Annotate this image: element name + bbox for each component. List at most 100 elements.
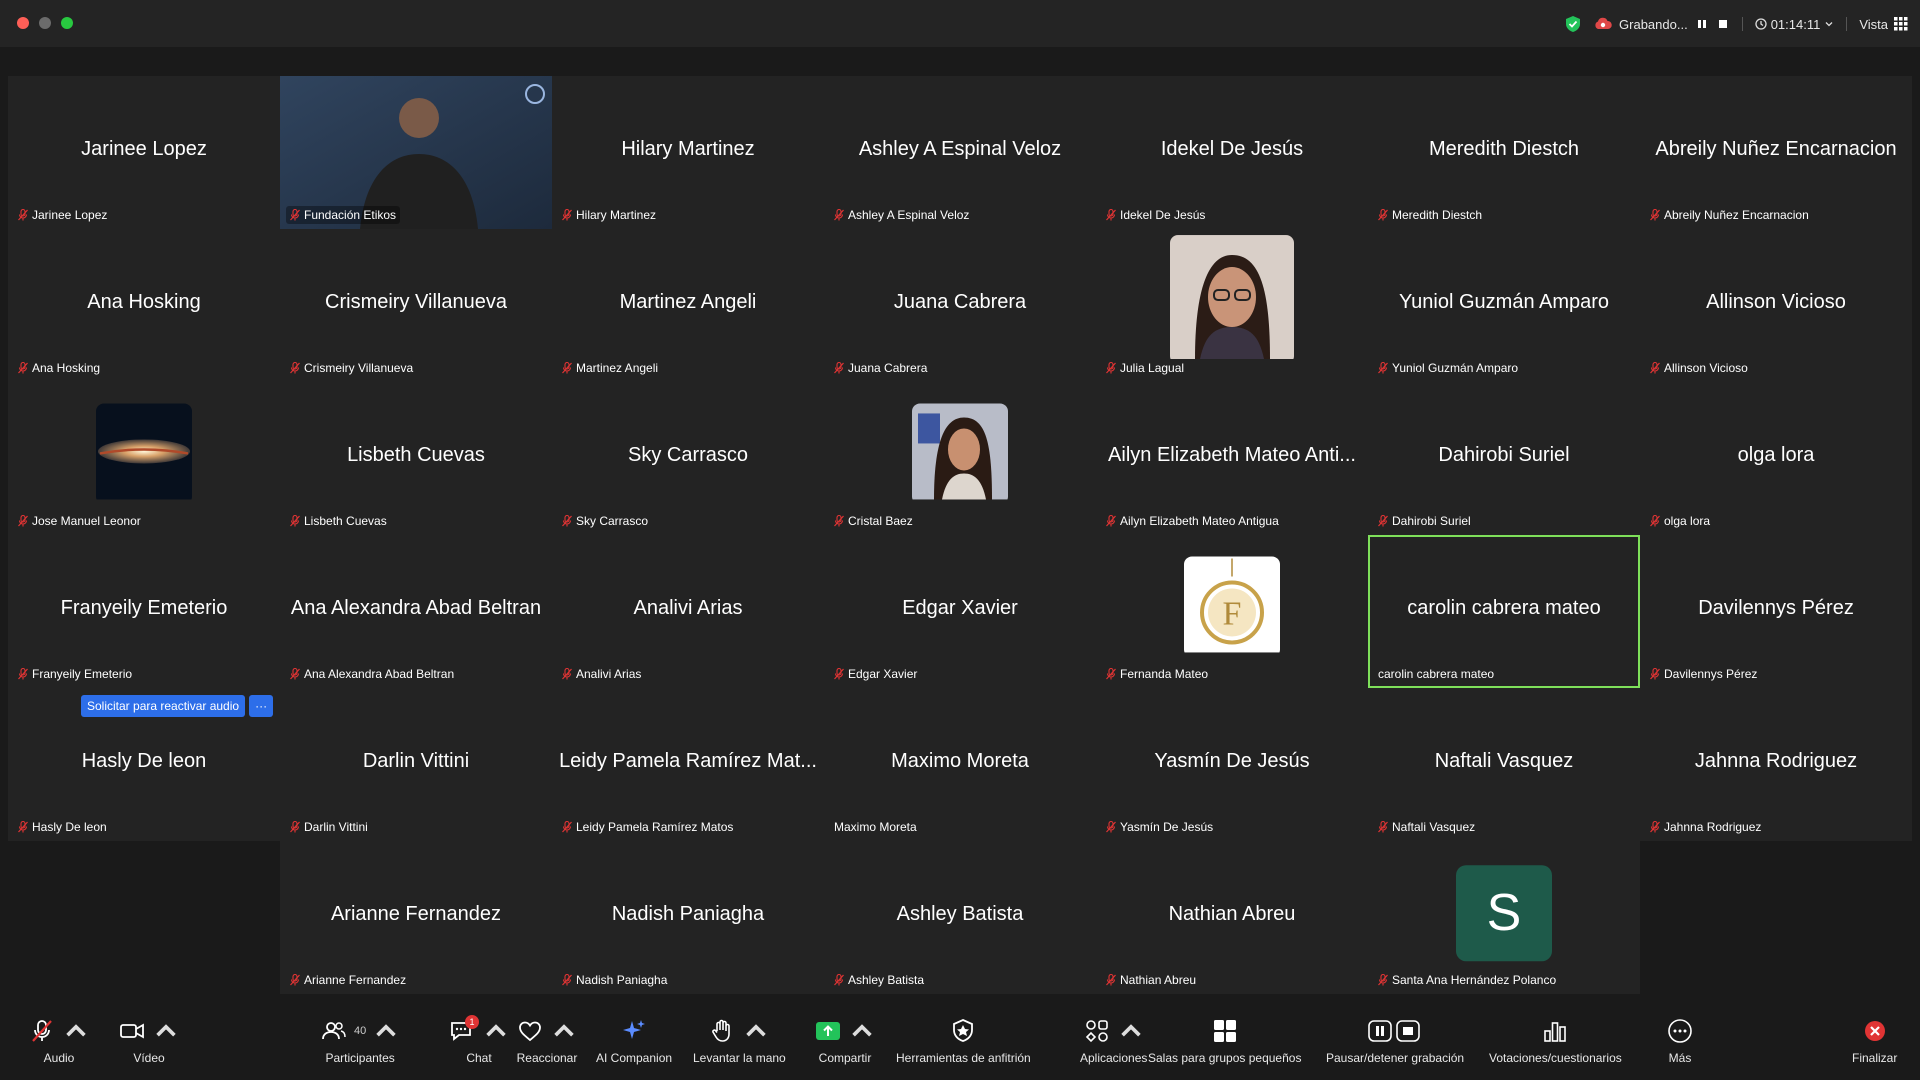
participant-tile[interactable]: Franyeily Emeterio Franyeily Emeterio [8, 535, 280, 688]
participant-name-label: Abreily Nuñez Encarnacion [1646, 206, 1813, 224]
participant-tile[interactable]: Ailyn Elizabeth Mateo Anti... Ailyn Eliza… [1096, 382, 1368, 535]
participant-tile[interactable]: Juana Cabrera Juana Cabrera [824, 229, 1096, 382]
participant-tile[interactable]: Darlin Vittini Darlin Vittini [280, 688, 552, 841]
participants-icon [322, 1022, 346, 1040]
participant-tile[interactable]: Abreily Nuñez Encarnacion Abreily Nuñez E… [1640, 76, 1912, 229]
chevron-up-icon[interactable] [1117, 1017, 1145, 1045]
chevron-up-icon[interactable] [550, 1017, 578, 1045]
participant-tile[interactable]: Jose Manuel Leonor [8, 382, 280, 535]
participant-tile[interactable]: Dahirobi Suriel Dahirobi Suriel [1368, 382, 1640, 535]
window-maximize-button[interactable] [61, 17, 73, 29]
window-minimize-button[interactable] [39, 17, 51, 29]
pause-stop-recording-button[interactable]: Pausar/detener grabación [1326, 1017, 1464, 1065]
participant-tile[interactable]: Arianne Fernandez Arianne Fernandez [280, 841, 552, 994]
participant-tile[interactable]: Maximo Moreta Maximo Moreta [824, 688, 1096, 841]
participant-tile[interactable]: Yasmín De Jesús Yasmín De Jesús [1096, 688, 1368, 841]
participant-name-label: Jarinee Lopez [14, 206, 111, 224]
participant-tile[interactable]: carolin cabrera mateo carolin cabrera mat… [1368, 535, 1640, 688]
participant-tile[interactable]: Naftali Vasquez Naftali Vasquez [1368, 688, 1640, 841]
polls-button[interactable]: Votaciones/cuestionarios [1489, 1017, 1622, 1065]
participant-tile[interactable]: Meredith Diestch Meredith Diestch [1368, 76, 1640, 229]
participant-display-name: Meredith Diestch [1428, 138, 1580, 160]
participant-tile[interactable]: F Fernanda Mateo [1096, 535, 1368, 688]
participants-button[interactable]: 40 Participantes [320, 1017, 400, 1065]
participant-tile[interactable]: Edgar Xavier Edgar Xavier [824, 535, 1096, 688]
participant-tile[interactable]: Idekel De Jesús Idekel De Jesús [1096, 76, 1368, 229]
chevron-up-icon[interactable] [152, 1017, 180, 1045]
participant-tile[interactable]: Sky Carrasco Sky Carrasco [552, 382, 824, 535]
participant-tile[interactable]: Nathian Abreu Nathian Abreu [1096, 841, 1368, 994]
shield-check-icon[interactable] [1564, 15, 1582, 33]
participant-tile[interactable]: olga lora olga lora [1640, 382, 1912, 535]
participant-tile[interactable]: Davilennys Pérez Davilennys Pérez [1640, 535, 1912, 688]
view-button[interactable]: Vista [1859, 17, 1908, 32]
participant-name: Hilary Martinez [576, 208, 657, 222]
participant-tile[interactable]: Allinson Vicioso Allinson Vicioso [1640, 229, 1912, 382]
participant-name-label: Allinson Vicioso [1646, 359, 1752, 377]
chat-button[interactable]: 1 Chat [448, 1015, 510, 1065]
stop-recording-icon[interactable] [1716, 17, 1730, 31]
ai-companion-button[interactable]: AI Companion [596, 1017, 672, 1065]
end-meeting-button[interactable]: Finalizar [1852, 1017, 1897, 1065]
participant-name-label: Leidy Pamela Ramírez Matos [558, 818, 737, 836]
participant-tile[interactable]: S Santa Ana Hernández Polanco [1368, 841, 1640, 994]
divider [1741, 17, 1743, 31]
chevron-up-icon[interactable] [372, 1017, 400, 1045]
video-camera-icon [120, 1023, 144, 1039]
participant-tile[interactable]: Hilary Martinez Hilary Martinez [552, 76, 824, 229]
mic-muted-icon [290, 209, 300, 221]
chevron-up-icon[interactable] [482, 1017, 510, 1045]
more-button[interactable]: Más [1666, 1017, 1694, 1065]
participant-tile[interactable]: Nadish Paniagha Nadish Paniagha [552, 841, 824, 994]
participant-tile[interactable]: Ashley Batista Ashley Batista [824, 841, 1096, 994]
participant-tile[interactable]: Analivi Arias Analivi Arias [552, 535, 824, 688]
share-label: Compartir [818, 1051, 872, 1065]
window-close-button[interactable] [17, 17, 29, 29]
breakout-rooms-button[interactable]: Salas para grupos pequeños [1148, 1017, 1301, 1065]
participant-name-label: Idekel De Jesús [1102, 206, 1209, 224]
participant-tile[interactable]: Fundación Etikos [280, 76, 552, 229]
share-button[interactable]: Compartir [814, 1017, 876, 1065]
participant-name-label: Darlin Vittini [286, 818, 372, 836]
chevron-up-icon[interactable] [742, 1017, 770, 1045]
participant-tile[interactable]: Martinez Angeli Martinez Angeli [552, 229, 824, 382]
participant-tile[interactable]: Lisbeth Cuevas Lisbeth Cuevas [280, 382, 552, 535]
audio-button[interactable]: Audio [28, 1017, 90, 1065]
host-tools-label: Herramientas de anfitrión [896, 1051, 1031, 1065]
participant-name-label: Ana Hosking [14, 359, 104, 377]
participant-display-name: Franyeily Emeterio [60, 597, 228, 619]
chevron-up-icon[interactable] [62, 1017, 90, 1045]
participant-name: Crismeiry Villanueva [304, 361, 414, 375]
more-options-button[interactable]: ··· [249, 695, 274, 717]
raise-hand-button[interactable]: Levantar la mano [693, 1017, 786, 1065]
participant-tile[interactable]: Crismeiry Villanueva Crismeiry Villanueva [280, 229, 552, 382]
recording-chip[interactable]: Grabando... [1590, 17, 1730, 32]
participant-avatar-letter: S [1456, 864, 1552, 961]
participant-tile[interactable]: Ashley A Espinal Veloz Ashley A Espinal V… [824, 76, 1096, 229]
participant-name-label: Arianne Fernandez [286, 971, 410, 989]
meeting-timer[interactable]: 01:14:11 [1755, 17, 1835, 32]
pause-recording-icon[interactable] [1695, 17, 1709, 31]
participant-display-name: Martinez Angeli [619, 291, 757, 313]
participant-tile[interactable]: Ana Alexandra Abad Beltran Ana Alexandra … [280, 535, 552, 688]
participant-name-label: Cristal Baez [830, 512, 917, 530]
react-button[interactable]: Reaccionar [516, 1017, 578, 1065]
participant-tile[interactable]: Cristal Baez [824, 382, 1096, 535]
participant-display-name: Leidy Pamela Ramírez Mat... [559, 750, 817, 772]
participant-tile[interactable]: Jahnna Rodriguez Jahnna Rodriguez [1640, 688, 1912, 841]
participant-tile[interactable]: Jarinee Lopez Jarinee Lopez [8, 76, 280, 229]
participant-name: Leidy Pamela Ramírez Matos [576, 820, 734, 834]
participant-tile[interactable]: Ana Hosking Ana Hosking [8, 229, 280, 382]
participant-tile[interactable]: Leidy Pamela Ramírez Mat... Leidy Pamela … [552, 688, 824, 841]
apps-button[interactable]: Aplicaciones [1080, 1017, 1147, 1065]
participant-avatar [1170, 234, 1294, 364]
host-tools-button[interactable]: Herramientas de anfitrión [896, 1017, 1031, 1065]
participant-name-label: Ailyn Elizabeth Mateo Antigua [1102, 512, 1283, 530]
chevron-up-icon[interactable] [848, 1017, 876, 1045]
participant-tile[interactable]: Yuniol Guzmán Amparo Yuniol Guzmán Amparo [1368, 229, 1640, 382]
request-unmute-button[interactable]: Solicitar para reactivar audio [81, 695, 246, 717]
video-button[interactable]: Vídeo [118, 1017, 180, 1065]
participant-tile[interactable]: Julia Lagual [1096, 229, 1368, 382]
participant-name: Nadish Paniagha [576, 973, 668, 987]
participant-name: Martinez Angeli [576, 361, 659, 375]
